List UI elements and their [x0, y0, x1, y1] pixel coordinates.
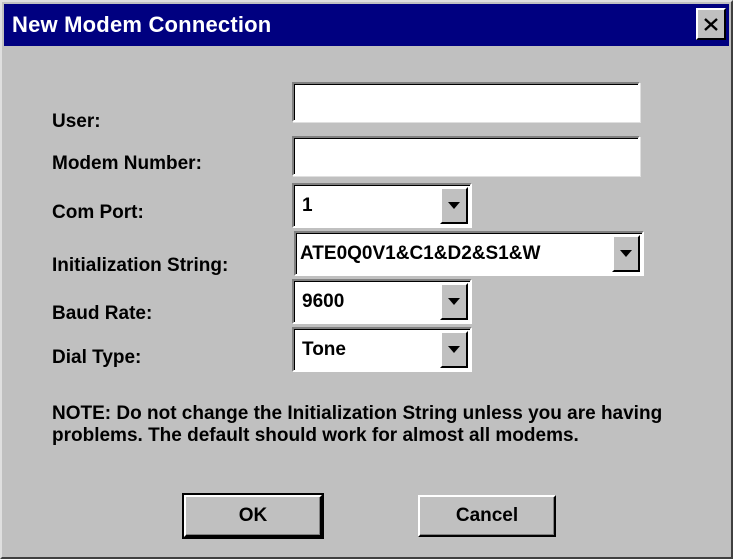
ok-button[interactable]: OK — [182, 493, 324, 539]
cancel-button[interactable]: Cancel — [418, 495, 556, 537]
user-label: User: — [52, 111, 101, 132]
baud-rate-value: 9600 — [302, 290, 345, 312]
window-title: New Modem Connection — [12, 12, 272, 37]
user-input[interactable] — [294, 84, 638, 120]
note-text: NOTE: Do not change the Initialization S… — [52, 403, 663, 446]
init-string-dropdown-button[interactable] — [612, 235, 640, 272]
init-string-value: ATE0Q0V1&C1&D2&S1&W — [300, 242, 541, 264]
modem-number-label: Modem Number: — [52, 153, 202, 174]
dial-type-value: Tone — [302, 338, 346, 360]
dropdown-arrow-icon — [448, 298, 460, 305]
dial-type-select[interactable]: Tone — [292, 327, 472, 372]
dial-type-dropdown-button[interactable] — [440, 331, 468, 368]
com-port-value: 1 — [302, 194, 313, 216]
baud-rate-dropdown-button[interactable] — [440, 283, 468, 320]
init-string-label: Initialization String: — [52, 255, 229, 276]
modem-number-field[interactable] — [292, 136, 640, 176]
close-button[interactable] — [696, 8, 726, 40]
baud-rate-select[interactable]: 9600 — [292, 279, 472, 324]
close-icon — [704, 17, 718, 31]
baud-rate-label: Baud Rate: — [52, 303, 153, 324]
dial-type-label: Dial Type: — [52, 347, 142, 368]
com-port-label: Com Port: — [52, 202, 144, 223]
init-string-select[interactable]: ATE0Q0V1&C1&D2&S1&W — [294, 231, 644, 276]
com-port-dropdown-button[interactable] — [440, 187, 468, 224]
dropdown-arrow-icon — [620, 250, 632, 257]
dropdown-arrow-icon — [448, 346, 460, 353]
title-bar[interactable]: New Modem Connection — [4, 4, 729, 46]
dropdown-arrow-icon — [448, 202, 460, 209]
dialog-window: New Modem Connection User: Modem Number:… — [0, 0, 733, 559]
modem-number-input[interactable] — [294, 138, 638, 174]
com-port-select[interactable]: 1 — [292, 183, 472, 228]
user-field[interactable] — [292, 82, 640, 122]
